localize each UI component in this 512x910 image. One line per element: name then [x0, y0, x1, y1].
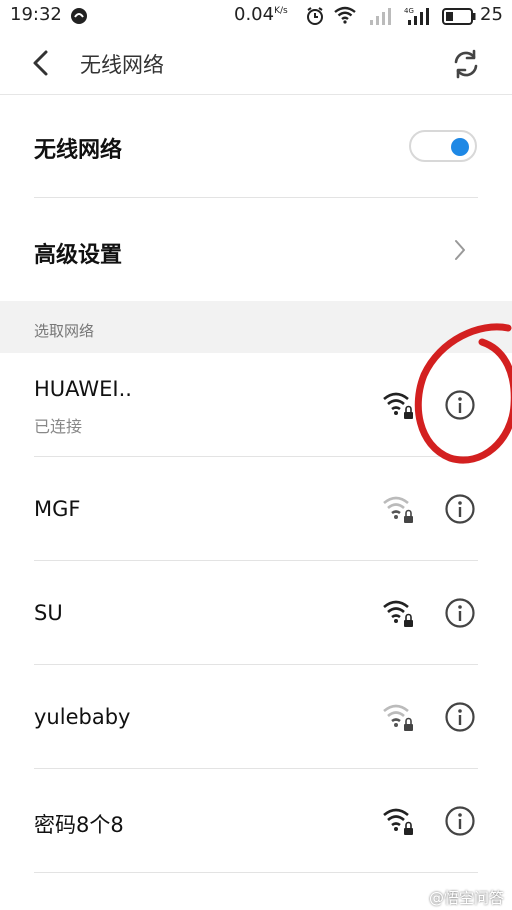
advanced-settings-row[interactable]: 高级设置: [0, 198, 512, 301]
wifi-locked-weak-icon: [383, 704, 413, 731]
network-speed: 0.04K/s: [234, 4, 288, 25]
signal-icon-sim2: 4G: [404, 7, 429, 25]
network-status: 已连接: [34, 417, 83, 436]
wifi-locked-strong-icon: [383, 808, 413, 835]
network-item[interactable]: yulebaby: [0, 665, 512, 769]
network-name: HUAWEI..: [34, 377, 132, 401]
network-item[interactable]: MGF: [0, 457, 512, 561]
section-title: 选取网络: [34, 322, 95, 340]
info-icon[interactable]: [444, 805, 476, 837]
battery-percent: 25: [480, 4, 503, 25]
wifi-toggle-switch[interactable]: [409, 130, 477, 162]
wifi-locked-strong-icon: [383, 392, 413, 419]
network-name: SU: [34, 601, 63, 625]
network-item[interactable]: 密码8个8: [0, 769, 512, 873]
alarm-icon: [307, 7, 323, 25]
signal-icon-sim1: [370, 8, 391, 25]
wifi-toggle-label: 无线网络: [34, 138, 123, 163]
chevron-right-icon: [455, 240, 465, 260]
status-time: 19:32: [10, 4, 62, 25]
divider: [34, 872, 478, 873]
toggle-knob: [451, 138, 469, 156]
section-header: 选取网络: [0, 301, 512, 353]
network-item[interactable]: SU: [0, 561, 512, 665]
info-icon[interactable]: [444, 493, 476, 525]
network-item[interactable]: HUAWEI.. 已连接: [0, 353, 512, 457]
svg-text:4G: 4G: [404, 7, 414, 15]
network-name: yulebaby: [34, 705, 131, 729]
wifi-toggle-row[interactable]: 无线网络: [0, 94, 512, 198]
watermark: @悟空问答: [428, 889, 504, 907]
refresh-icon[interactable]: [450, 48, 482, 80]
network-name: 密码8个8: [34, 813, 124, 837]
status-bar: 19:32 0.04K/s 4G 25: [0, 0, 512, 32]
battery-icon: [442, 8, 476, 25]
wifi-locked-weak-icon: [383, 496, 413, 523]
back-arrow-icon[interactable]: [28, 48, 54, 78]
app-notification-icon: [71, 8, 87, 24]
info-icon[interactable]: [444, 701, 476, 733]
info-icon[interactable]: [444, 389, 476, 421]
app-header: 无线网络: [0, 32, 512, 95]
network-name: MGF: [34, 497, 81, 521]
wifi-status-icon: [334, 6, 356, 24]
wifi-locked-strong-icon: [383, 600, 413, 627]
page-title: 无线网络: [80, 53, 164, 77]
advanced-settings-label: 高级设置: [34, 243, 123, 268]
info-icon[interactable]: [444, 597, 476, 629]
